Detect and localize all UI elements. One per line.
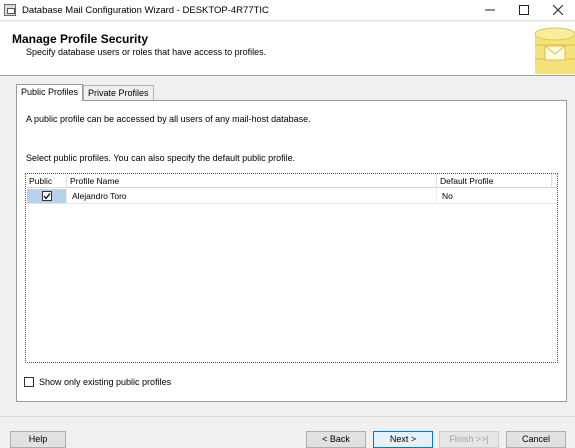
- finish-button[interactable]: Finish >>|: [439, 431, 499, 448]
- minimize-button[interactable]: [473, 0, 507, 21]
- minimize-icon: [485, 9, 495, 11]
- profile-tabs: Public Profiles Private Profiles: [16, 84, 154, 101]
- public-profiles-grid[interactable]: Public Profile Name Default Profile Alej…: [25, 173, 558, 363]
- page-subtitle: Specify database users or roles that hav…: [26, 47, 267, 57]
- close-button[interactable]: [541, 0, 575, 21]
- column-header-public[interactable]: Public: [29, 176, 52, 186]
- wizard-header: Manage Profile Security Specify database…: [0, 22, 575, 76]
- public-cell[interactable]: [27, 189, 66, 203]
- show-existing-label[interactable]: Show only existing public profiles: [39, 377, 171, 387]
- page-title: Manage Profile Security: [12, 32, 149, 46]
- cancel-button[interactable]: Cancel: [506, 431, 566, 448]
- title-bar: Database Mail Configuration Wizard - DES…: [0, 0, 575, 21]
- checkmark-icon: [43, 193, 51, 200]
- default-profile-cell[interactable]: No: [442, 191, 453, 201]
- profile-name-cell: Alejandro Toro: [72, 191, 127, 201]
- grid-header: Public Profile Name Default Profile: [26, 174, 557, 188]
- maximize-button[interactable]: [507, 0, 541, 21]
- public-checkbox[interactable]: [42, 191, 52, 201]
- help-button[interactable]: Help: [10, 431, 66, 448]
- back-button[interactable]: < Back: [306, 431, 366, 448]
- table-row[interactable]: Alejandro Toro No: [26, 188, 557, 204]
- show-existing-checkbox[interactable]: [24, 377, 34, 387]
- column-header-profile-name[interactable]: Profile Name: [70, 176, 119, 186]
- window-title: Database Mail Configuration Wizard - DES…: [22, 4, 269, 16]
- close-icon: [553, 5, 563, 15]
- panel-instruction: Select public profiles. You can also spe…: [26, 153, 296, 163]
- database-mail-icon: [534, 27, 575, 74]
- column-header-default-profile[interactable]: Default Profile: [440, 176, 493, 186]
- app-icon: [4, 4, 16, 16]
- public-profiles-panel: A public profile can be accessed by all …: [16, 100, 567, 402]
- button-bar-divider: [0, 416, 575, 417]
- maximize-icon: [519, 5, 529, 15]
- tab-public-profiles[interactable]: Public Profiles: [16, 84, 84, 101]
- next-button[interactable]: Next >: [373, 431, 433, 448]
- panel-description: A public profile can be accessed by all …: [26, 114, 311, 124]
- show-existing-option[interactable]: Show only existing public profiles: [24, 377, 171, 387]
- tab-private-profiles[interactable]: Private Profiles: [83, 85, 154, 101]
